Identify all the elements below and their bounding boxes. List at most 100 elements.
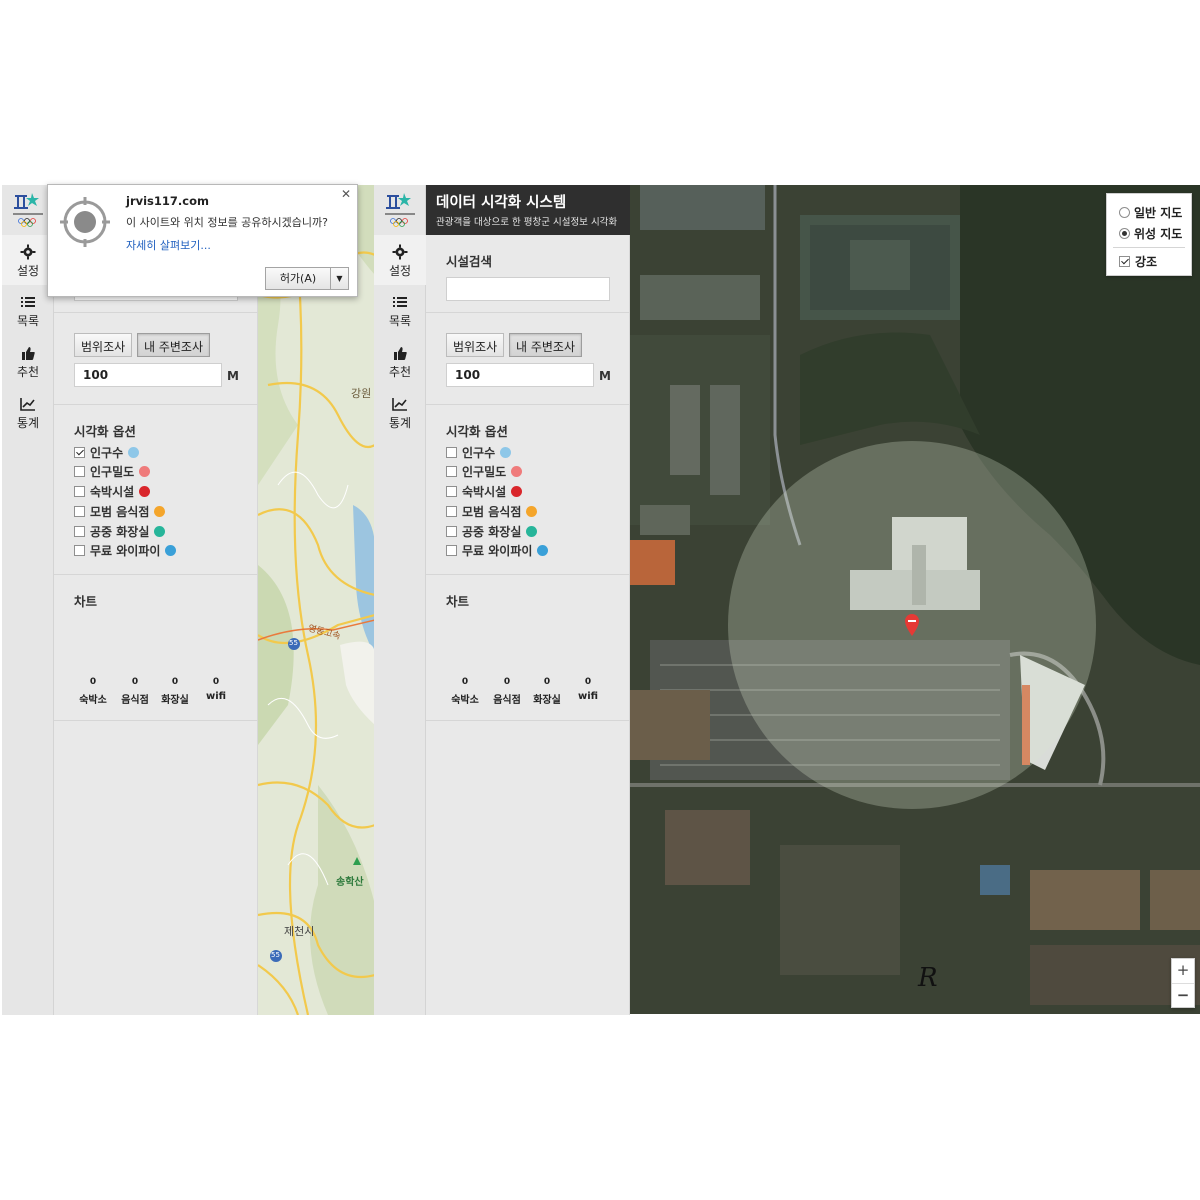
- checkbox[interactable]: [74, 485, 85, 497]
- popup-domain: jrvis117.com: [126, 194, 209, 208]
- option-density[interactable]: 인구밀도: [446, 463, 523, 479]
- option-label: 숙박시설: [462, 484, 507, 499]
- map-label: 송학산: [336, 877, 364, 888]
- option-lodging[interactable]: 숙박시설: [446, 483, 523, 499]
- location-marker-icon[interactable]: [903, 613, 921, 637]
- option-population[interactable]: 인구수: [74, 444, 140, 460]
- chart-category: 숙박소: [451, 695, 479, 706]
- option-label: 인구밀도: [462, 464, 507, 479]
- radius-input[interactable]: 100: [74, 363, 222, 387]
- facility-search-input[interactable]: [446, 277, 610, 301]
- chart-category: 화장실: [533, 695, 561, 706]
- chart-bar-wifi: 0 wifi: [196, 677, 236, 702]
- map-type-satellite[interactable]: 위성 지도: [1119, 225, 1182, 241]
- nav-item-recommend[interactable]: 추천: [374, 344, 426, 390]
- checkbox[interactable]: [446, 544, 457, 556]
- chart-bar-restaurant: 0 음식점: [487, 677, 527, 706]
- nav-item-settings[interactable]: 설정: [374, 235, 426, 285]
- option-restaurant[interactable]: 모범 음식점: [446, 503, 538, 519]
- chart-value: 0: [171, 677, 179, 687]
- option-restaurant[interactable]: 모범 음식점: [74, 503, 166, 519]
- option-population[interactable]: 인구수: [446, 444, 512, 460]
- map-type-normal[interactable]: 일반 지도: [1119, 204, 1182, 220]
- chart-title: 차트: [74, 594, 98, 609]
- nav-item-list[interactable]: 목록: [374, 293, 426, 339]
- visual-options-section: 시각화 옵션 인구수 인구밀도 숙박시설 모범 음식점 공중 화장실 무료 와이…: [426, 405, 630, 575]
- list-icon: [393, 297, 407, 307]
- chart-category: 숙박소: [79, 695, 107, 706]
- nav-item-label: 통계: [388, 416, 412, 430]
- nav-item-list[interactable]: 목록: [2, 293, 54, 339]
- nav-item-stats[interactable]: 통계: [374, 395, 426, 441]
- chart-title: 차트: [446, 594, 470, 609]
- survey-section: 범위조사 내 주변조사 100 M: [426, 313, 630, 405]
- checkbox[interactable]: [74, 544, 85, 556]
- zoom-in-button[interactable]: +: [1172, 959, 1194, 983]
- highlight-toggle[interactable]: 강조: [1119, 253, 1157, 269]
- chart-section: 차트 0 숙박소 0 음식점 0 화장실 0 wifi: [426, 575, 630, 721]
- chart-bar-toilet: 0 화장실: [527, 677, 567, 706]
- option-density[interactable]: 인구밀도: [74, 463, 151, 479]
- option-label: 숙박시설: [90, 484, 135, 499]
- visual-options-title: 시각화 옵션: [446, 424, 508, 439]
- option-wifi[interactable]: 무료 와이파이: [74, 542, 177, 558]
- density-dot-icon: [139, 465, 151, 477]
- map-label: 제천시: [284, 925, 315, 938]
- pyeongchang-logo-icon: [385, 193, 415, 227]
- option-lodging[interactable]: 숙박시설: [74, 483, 151, 499]
- map-type-label: 일반 지도: [1134, 205, 1183, 220]
- radio-button[interactable]: [1119, 206, 1130, 218]
- checkbox[interactable]: [74, 525, 85, 537]
- satellite-map[interactable]: R: [630, 185, 1200, 1014]
- thumbs-up-icon: [394, 347, 407, 360]
- nearby-survey-button[interactable]: 내 주변조사: [509, 333, 583, 357]
- option-toilet[interactable]: 공중 화장실: [446, 523, 538, 539]
- chart-category: 음식점: [121, 695, 149, 706]
- chart-bar-lodging: 0 숙박소: [73, 677, 113, 706]
- toilet-dot-icon: [154, 525, 166, 537]
- option-label: 공중 화장실: [90, 524, 150, 539]
- checkbox[interactable]: [446, 446, 457, 458]
- chart-bar-toilet: 0 화장실: [155, 677, 195, 706]
- highlight-checkbox[interactable]: [1119, 255, 1130, 267]
- map-label: 강원: [351, 387, 372, 400]
- chart-value: 0: [212, 677, 220, 687]
- zoom-out-button[interactable]: −: [1172, 984, 1194, 1008]
- gear-icon: [20, 244, 36, 260]
- option-label: 무료 와이파이: [462, 543, 533, 558]
- checkbox[interactable]: [446, 525, 457, 537]
- checkbox[interactable]: [446, 505, 457, 517]
- checkbox[interactable]: [74, 465, 85, 477]
- nearby-survey-button[interactable]: 내 주변조사: [137, 333, 211, 357]
- chevron-down-icon[interactable]: ▼: [331, 267, 349, 290]
- learn-more-link[interactable]: 자세히 살펴보기...: [126, 237, 211, 253]
- close-icon[interactable]: ✕: [341, 187, 351, 201]
- toilet-dot-icon: [526, 525, 538, 537]
- nav-item-recommend[interactable]: 추천: [2, 344, 54, 390]
- road-map[interactable]: 강원 영동고속 송학산 제천시 55 55: [258, 185, 375, 1015]
- radius-input[interactable]: 100: [446, 363, 594, 387]
- chart-bar-lodging: 0 숙박소: [445, 677, 485, 706]
- watermark-logo: R: [918, 963, 938, 993]
- chart-value: 0: [584, 677, 592, 687]
- geolocation-permission-popup: jrvis117.com 이 사이트와 위치 정보를 공유하시겠습니까? 자세히…: [47, 184, 358, 297]
- option-wifi[interactable]: 무료 와이파이: [446, 542, 549, 558]
- checkbox[interactable]: [446, 485, 457, 497]
- range-survey-button[interactable]: 범위조사: [74, 333, 133, 357]
- app-subtitle: 관광객을 대상으로 한 평창군 시설정보 시각화: [436, 217, 618, 228]
- range-survey-button[interactable]: 범위조사: [446, 333, 505, 357]
- option-toilet[interactable]: 공중 화장실: [74, 523, 166, 539]
- checkbox[interactable]: [74, 505, 85, 517]
- highlight-label: 강조: [1135, 254, 1158, 269]
- list-icon: [21, 297, 35, 307]
- checkbox[interactable]: [74, 446, 85, 458]
- allow-button[interactable]: 허가(A): [265, 267, 331, 290]
- checkbox[interactable]: [446, 465, 457, 477]
- restaurant-dot-icon: [154, 505, 166, 517]
- nav-item-stats[interactable]: 통계: [2, 395, 54, 441]
- chart-category: wifi: [205, 691, 227, 702]
- density-dot-icon: [511, 465, 523, 477]
- location-target-icon: [60, 197, 110, 247]
- radio-button[interactable]: [1119, 227, 1130, 239]
- option-label: 공중 화장실: [462, 524, 522, 539]
